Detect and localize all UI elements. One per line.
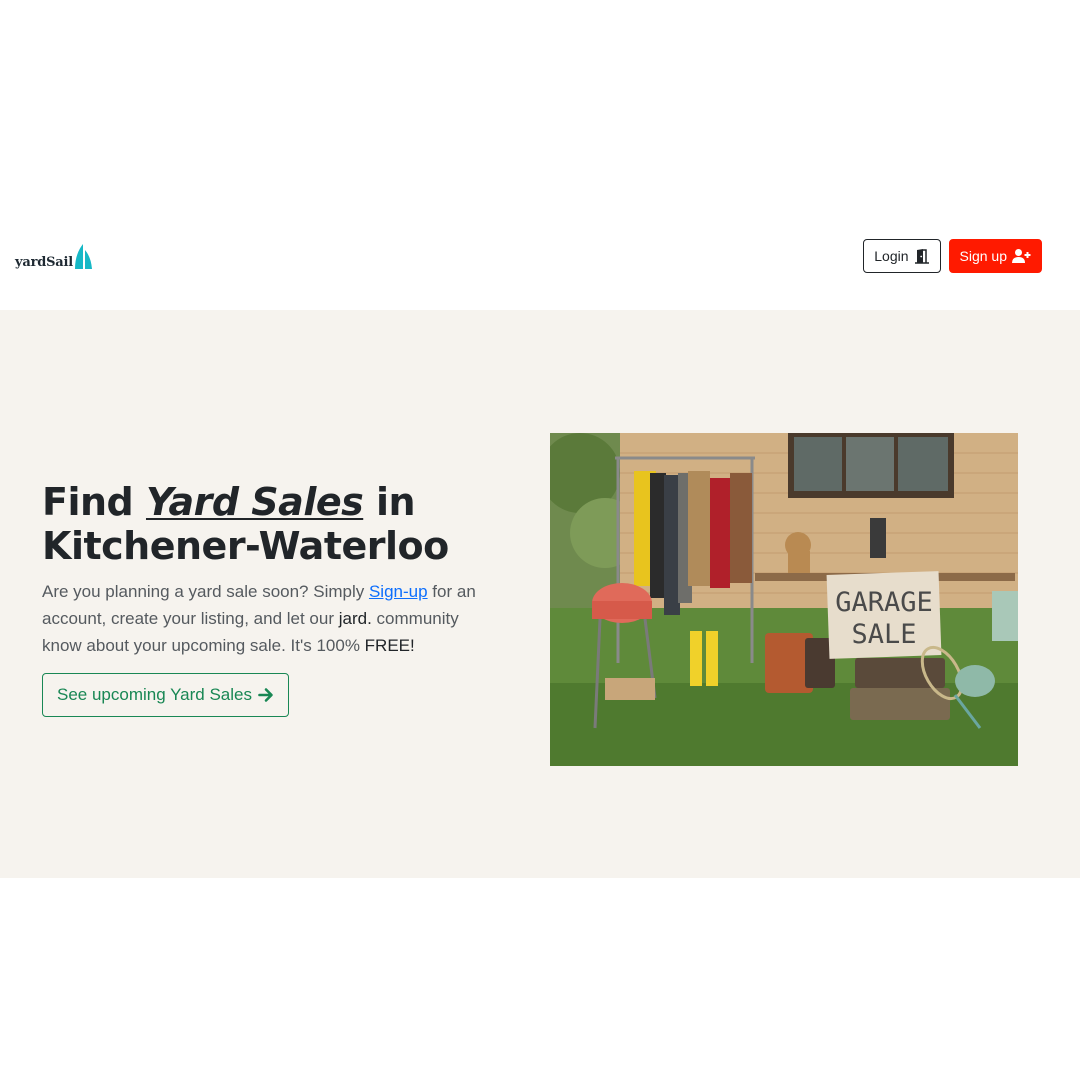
login-button[interactable]: Login bbox=[863, 239, 941, 273]
sign-line-2: SALE bbox=[851, 619, 916, 650]
free-text: FREE! bbox=[364, 636, 415, 655]
community-name: jard. bbox=[338, 609, 372, 628]
sail-logo-icon bbox=[75, 244, 93, 269]
brand-name: yardSail bbox=[15, 255, 74, 270]
garage-sale-photo: GARAGE SALE bbox=[550, 433, 1018, 766]
signup-label: Sign up bbox=[959, 248, 1007, 264]
cta-label: See upcoming Yard Sales bbox=[57, 685, 252, 704]
login-label: Login bbox=[874, 248, 909, 264]
signup-link[interactable]: Sign-up bbox=[369, 582, 428, 601]
arrow-right-icon bbox=[258, 688, 273, 702]
brand-logo[interactable]: yardSail bbox=[15, 240, 94, 272]
door-open-icon bbox=[914, 249, 929, 264]
hero-text-part1: Are you planning a yard sale soon? Simpl… bbox=[42, 582, 369, 601]
see-upcoming-yard-sales-button[interactable]: See upcoming Yard Sales bbox=[42, 673, 289, 717]
nav-actions: Login Sign up bbox=[863, 239, 1042, 273]
hero-content: Find Yard Sales in Kitchener-Waterloo Ar… bbox=[42, 480, 502, 717]
signup-button[interactable]: Sign up bbox=[948, 239, 1042, 273]
sign-line-1: GARAGE bbox=[835, 587, 933, 618]
hero-title: Find Yard Sales in Kitchener-Waterloo bbox=[42, 480, 502, 568]
user-plus-icon bbox=[1012, 249, 1031, 263]
navbar: yardSail Login Sign up bbox=[0, 220, 1080, 310]
hero-title-prefix: Find bbox=[42, 480, 134, 524]
hero-title-highlight: Yard Sales bbox=[145, 480, 364, 524]
hero-description: Are you planning a yard sale soon? Simpl… bbox=[42, 578, 502, 659]
hero-title-suffix: in bbox=[375, 480, 416, 524]
hero-section: Find Yard Sales in Kitchener-Waterloo Ar… bbox=[0, 310, 1080, 878]
hero-title-city: Kitchener-Waterloo bbox=[42, 524, 449, 568]
